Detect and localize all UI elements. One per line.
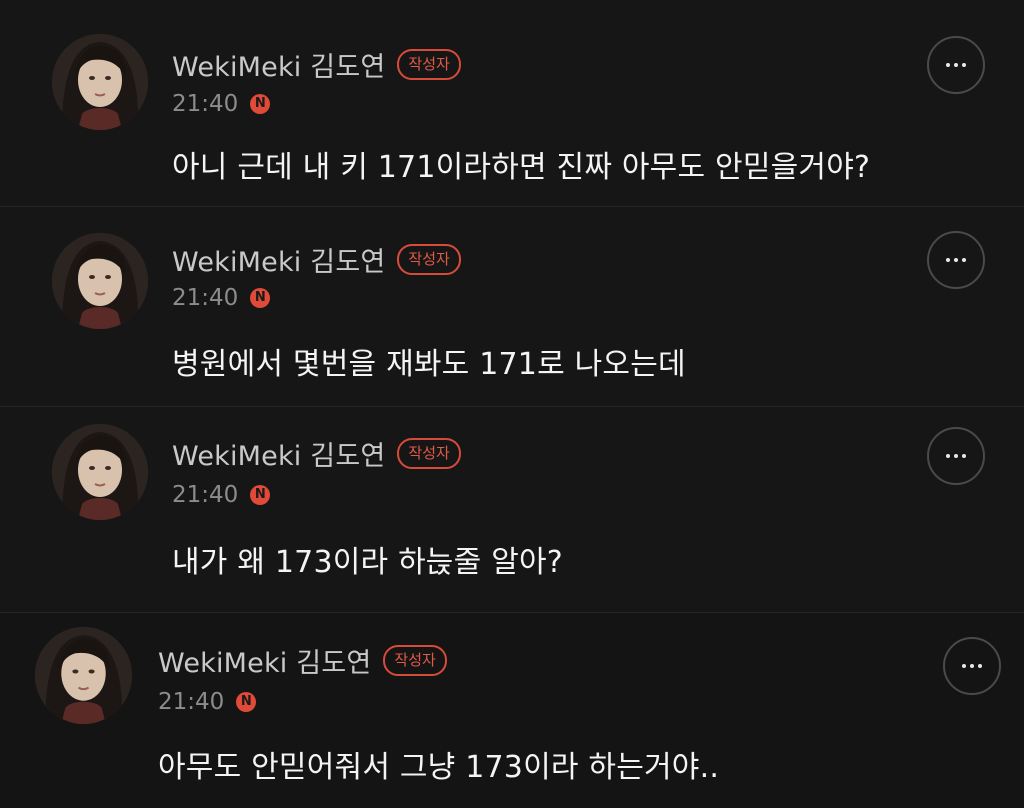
author-row: WekiMeki 김도연 작성자 [172, 434, 461, 473]
comment-meta: 21:40 N [158, 689, 257, 715]
author-name[interactable]: WekiMeki 김도연 [172, 45, 385, 84]
avatar[interactable] [35, 627, 132, 724]
comment-item: WekiMeki 김도연 작성자 21:40 N 병원에서 몇번을 재봐도 17… [0, 207, 1024, 407]
author-badge: 작성자 [397, 438, 461, 469]
comment-item: WekiMeki 김도연 작성자 21:40 N 아니 근데 내 키 171이라… [0, 0, 1024, 207]
author-row: WekiMeki 김도연 작성자 [172, 45, 461, 84]
author-badge: 작성자 [397, 244, 461, 275]
new-badge-icon: N [250, 288, 271, 308]
more-horizontal-icon [946, 258, 966, 262]
more-options-button[interactable] [927, 36, 985, 94]
author-name[interactable]: WekiMeki 김도연 [172, 240, 385, 279]
comment-text: 아무도 안믿어줘서 그냥 173이라 하는거야.. [158, 750, 720, 785]
new-badge-icon: N [250, 485, 271, 505]
timestamp: 21:40 [172, 285, 239, 311]
new-badge-icon: N [250, 94, 271, 114]
more-options-button[interactable] [927, 231, 985, 289]
more-options-button[interactable] [927, 427, 985, 485]
more-horizontal-icon [946, 454, 966, 458]
new-badge-icon: N [236, 692, 257, 712]
comment-text: 아니 근데 내 키 171이라하면 진짜 아무도 안믿을거야? [172, 150, 871, 185]
comment-meta: 21:40 N [172, 482, 271, 508]
author-name[interactable]: WekiMeki 김도연 [172, 434, 385, 473]
author-row: WekiMeki 김도연 작성자 [172, 240, 461, 279]
more-horizontal-icon [946, 63, 966, 67]
timestamp: 21:40 [172, 91, 239, 117]
comment-meta: 21:40 N [172, 285, 271, 311]
comment-item: WekiMeki 김도연 작성자 21:40 N 아무도 안믿어줘서 그냥 17… [0, 613, 1024, 808]
author-badge: 작성자 [383, 645, 447, 676]
comment-meta: 21:40 N [172, 91, 271, 117]
comment-item: WekiMeki 김도연 작성자 21:40 N 내가 왜 173이라 하늕줄 … [0, 407, 1024, 613]
more-horizontal-icon [962, 664, 982, 668]
timestamp: 21:40 [158, 689, 225, 715]
author-row: WekiMeki 김도연 작성자 [158, 641, 447, 680]
author-badge: 작성자 [397, 49, 461, 80]
comment-text: 내가 왜 173이라 하늕줄 알아? [172, 545, 563, 580]
timestamp: 21:40 [172, 482, 239, 508]
comment-text: 병원에서 몇번을 재봐도 171로 나오는데 [172, 347, 686, 382]
author-name[interactable]: WekiMeki 김도연 [158, 641, 371, 680]
avatar[interactable] [52, 424, 148, 520]
avatar[interactable] [52, 233, 148, 329]
more-options-button[interactable] [943, 637, 1001, 695]
avatar[interactable] [52, 34, 148, 130]
